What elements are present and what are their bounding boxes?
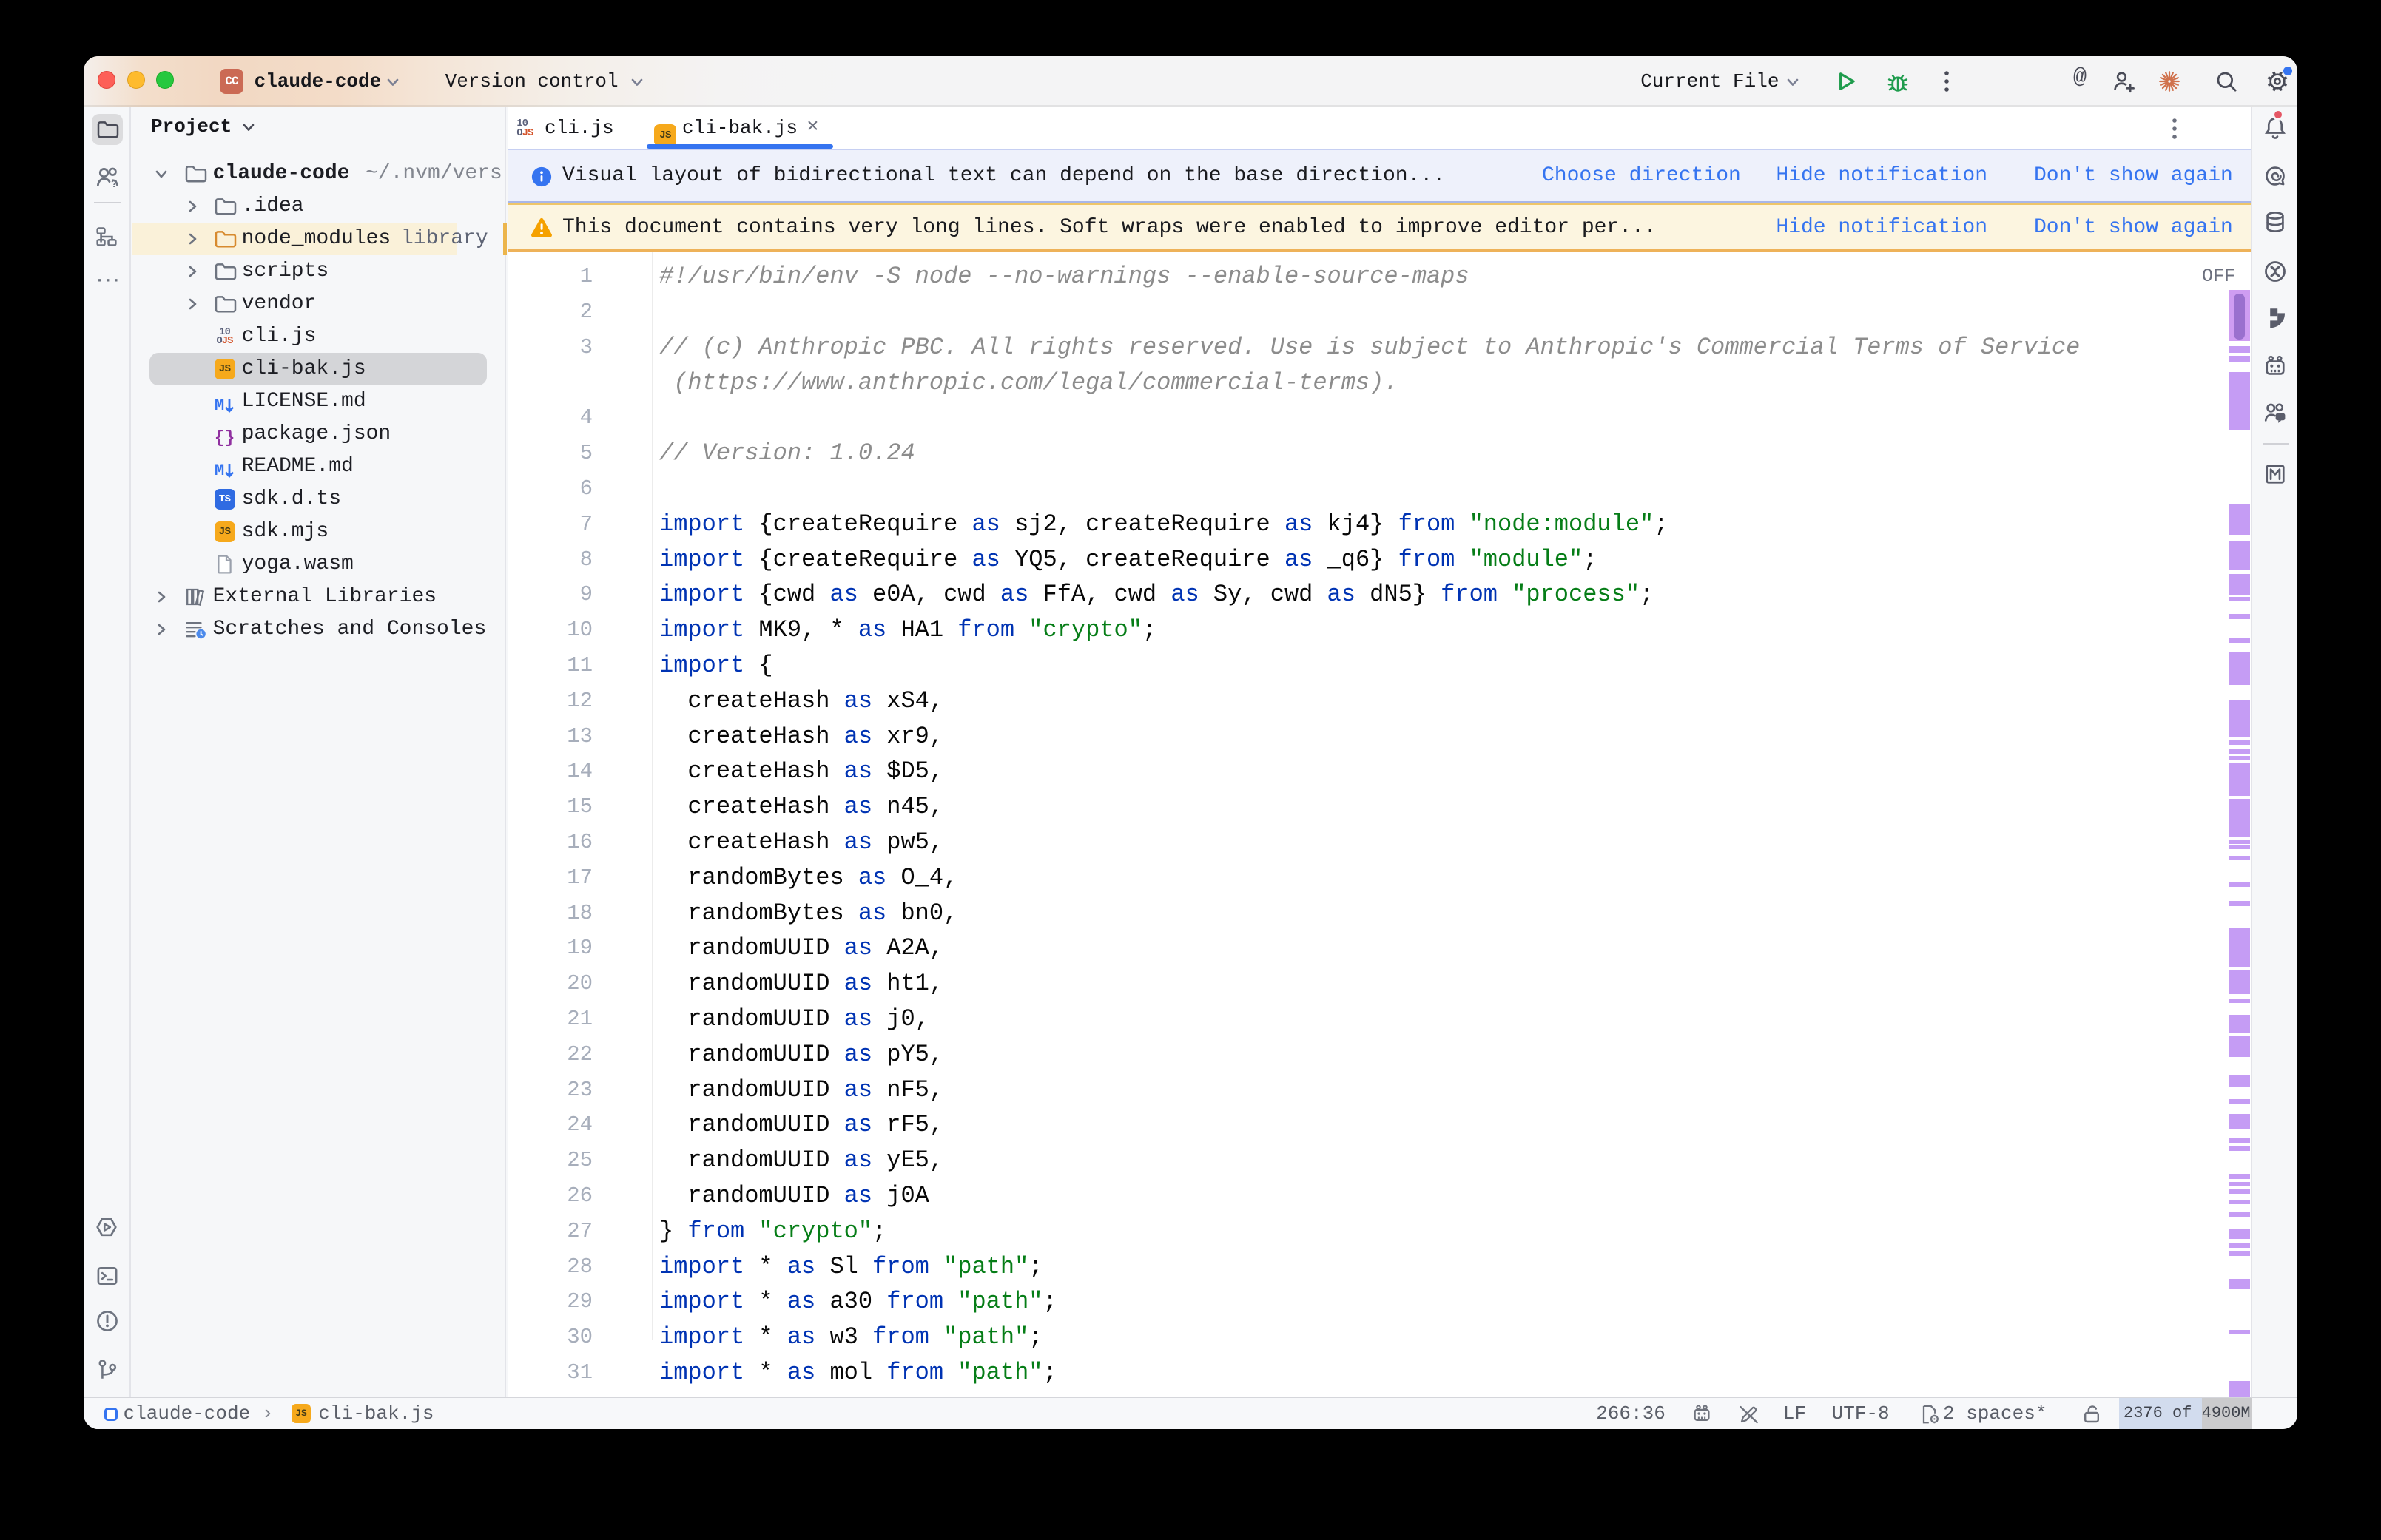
svg-text:?: ? bbox=[111, 178, 118, 190]
